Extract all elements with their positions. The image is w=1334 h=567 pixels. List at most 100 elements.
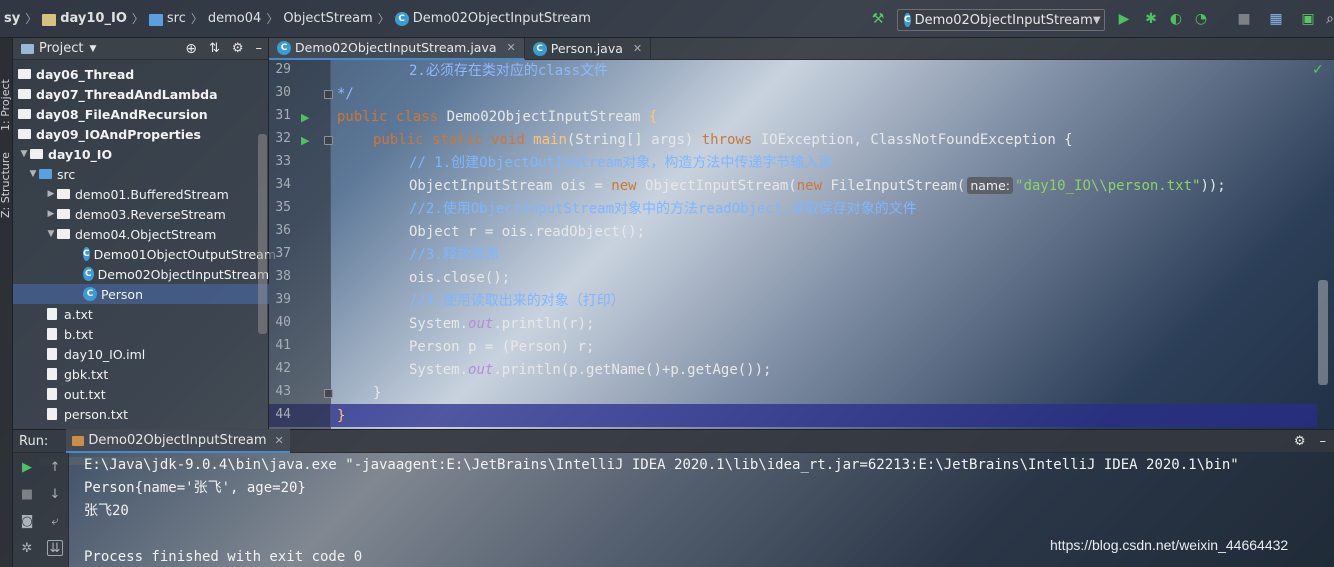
breadcrumb: sy 〉 day10_IO 〉 src 〉 demo04 〉 ObjectStream 〉… [4,10,591,27]
code-line-31: public class Demo02ObjectInputStream { [337,109,658,125]
search-icon[interactable]: ⌕ [1322,11,1334,27]
hide-icon[interactable]: – [256,41,263,56]
collapse-all-icon[interactable]: ⇅ [209,41,220,56]
tree-item[interactable]: day10_IO.iml [13,344,269,364]
gear-icon[interactable]: ⚙ [232,41,244,56]
project-structure-icon[interactable]: ▦ [1268,11,1284,27]
tree-item[interactable]: day06_Thread [13,64,269,84]
coverage-icon[interactable]: ◐ [1168,11,1184,27]
tree-item-label: demo01.BufferedStream [75,186,229,202]
line-number: 43 [275,384,291,399]
close-icon[interactable]: ✕ [633,42,642,55]
chevron-right-icon: 〉 [266,12,279,26]
folder-icon [39,169,52,179]
close-icon[interactable]: ✕ [507,41,516,54]
tree-item[interactable]: ▼ demo04.ObjectStream [13,224,269,244]
breadcrumb-src[interactable]: src [167,11,186,26]
line-number: 39 [275,292,291,307]
terminal-icon[interactable]: ▣ [1300,11,1316,27]
tree-item[interactable]: ▼ day10_IO [13,144,269,164]
run-configuration-select[interactable]: C Demo02ObjectInputStream ▼ [897,9,1105,31]
file-icon [47,328,57,340]
tree-item[interactable]: b.txt [13,324,269,344]
hide-icon[interactable]: – [1320,434,1327,449]
profile-icon[interactable]: ◔ [1193,11,1209,27]
tree-item[interactable]: person.txt [13,404,269,424]
tree-item-label: src [57,166,76,182]
hammer-icon[interactable]: ⚒ [870,11,886,27]
chevron-right-icon[interactable]: ▶ [45,209,57,219]
project-tool-tab[interactable]: 1: Project [0,46,13,131]
rerun-icon[interactable]: ▶ [19,459,35,475]
locate-icon[interactable]: ⊕ [185,41,197,57]
line-number: 41 [275,338,291,353]
tree-item[interactable]: ▼ src [13,164,269,184]
chevron-down-icon[interactable]: ▼ [18,149,30,159]
run-icon[interactable]: ▶ [1116,11,1132,27]
chevron-down-icon[interactable]: ▼ [45,229,57,239]
tree-item-label: person.txt [64,406,129,422]
class-icon: C [83,247,90,261]
editor-tabs: C Demo02ObjectInputStream.java ✕ C Perso… [269,37,1334,60]
tab-person[interactable]: C Person.java ✕ [525,37,652,60]
breadcrumb-root[interactable]: sy [4,11,20,26]
scroll-to-end-icon[interactable]: ⇊ [47,540,63,556]
breadcrumb-subpackage[interactable]: ObjectStream [283,11,372,26]
tree-item[interactable]: C Demo01ObjectOutputStream [13,244,276,264]
folder-icon [18,89,31,99]
run-configuration-label: Demo02ObjectInputStream [914,12,1093,28]
stop-icon[interactable]: ■ [19,486,35,502]
settings-icon[interactable]: ✲ [19,540,35,556]
gear-icon[interactable]: ⚙ [1294,434,1306,449]
tree-item-label: b.txt [64,326,94,342]
console-line: E:\Java\jdk-9.0.4\bin\java.exe "-javaage… [84,457,1239,473]
run-tab[interactable]: Demo02ObjectInputStream ✕ [66,429,290,453]
breadcrumb-package[interactable]: demo04 [208,11,261,26]
tree-item[interactable]: C Demo02ObjectInputStream [13,264,269,284]
run-gutter-icon[interactable]: ▶ [301,129,309,152]
code-line-32: public static void main(String[] args) t… [373,132,1073,148]
tree-item[interactable]: out.txt [13,384,269,404]
camera-icon[interactable]: ◙ [19,513,35,529]
folder-icon [18,129,31,139]
folder-icon [18,69,31,79]
tree-item[interactable]: a.txt [13,304,269,324]
tree-item-label: out.txt [64,386,106,402]
chevron-down-icon[interactable]: ▼ [89,44,96,54]
scroll-down-icon[interactable]: ↓ [47,486,63,502]
tree-item[interactable]: day09_IOAndProperties [13,124,269,144]
breadcrumb-class[interactable]: Demo02ObjectInputStream [413,11,591,26]
debug-icon[interactable]: ✱ [1143,11,1159,27]
code-editor[interactable]: 2.必须存在类对应的class文件 */ public class Demo02… [331,60,1334,429]
tab-label: Demo02ObjectInputStream.java [295,40,497,55]
editor-gutter: 29 30 31 32 33 34 35 36 37 38 39 40 41 42 43 44 ▶ ▶ [269,60,333,429]
close-icon[interactable]: ✕ [275,434,284,447]
line-number: 30 [275,85,291,100]
soft-wrap-icon[interactable]: ⤶ [47,513,63,529]
code-line-38: ois.close(); [409,270,511,286]
scroll-up-icon[interactable]: ↑ [47,459,63,475]
navigation-bar: sy 〉 day10_IO 〉 src 〉 demo04 〉 ObjectStream 〉… [0,0,1334,38]
chevron-down-icon[interactable]: ▼ [27,169,39,179]
tree-item[interactable]: day08_FileAndRecursion [13,104,269,124]
project-view-select[interactable]: Project [39,41,83,56]
structure-tool-tab[interactable]: Z: Structure [0,133,13,218]
vertical-scrollbar[interactable] [258,134,267,334]
tree-item[interactable]: ▶ demo01.BufferedStream [13,184,269,204]
run-gutter-icon[interactable]: ▶ [301,106,309,129]
chevron-right-icon[interactable]: ▶ [45,189,57,199]
tree-item[interactable]: gbk.txt [13,364,269,384]
line-number: 37 [275,246,291,261]
tree-item[interactable]: C Person [13,284,269,304]
tree-item[interactable]: ▶ demo03.ReverseStream [13,204,269,224]
folder-icon [30,149,43,159]
chevron-right-icon: 〉 [377,12,390,26]
inspection-ok-icon[interactable]: ✓ [1312,62,1324,78]
editor-scrollbar[interactable] [1318,280,1328,385]
line-number: 44 [275,407,291,422]
stop-icon[interactable]: ■ [1236,11,1252,27]
class-icon: C [277,40,291,55]
tab-demo02objectinputstream[interactable]: C Demo02ObjectInputStream.java ✕ [269,37,525,60]
breadcrumb-module[interactable]: day10_IO [60,11,127,26]
tree-item[interactable]: day07_ThreadAndLambda [13,84,269,104]
